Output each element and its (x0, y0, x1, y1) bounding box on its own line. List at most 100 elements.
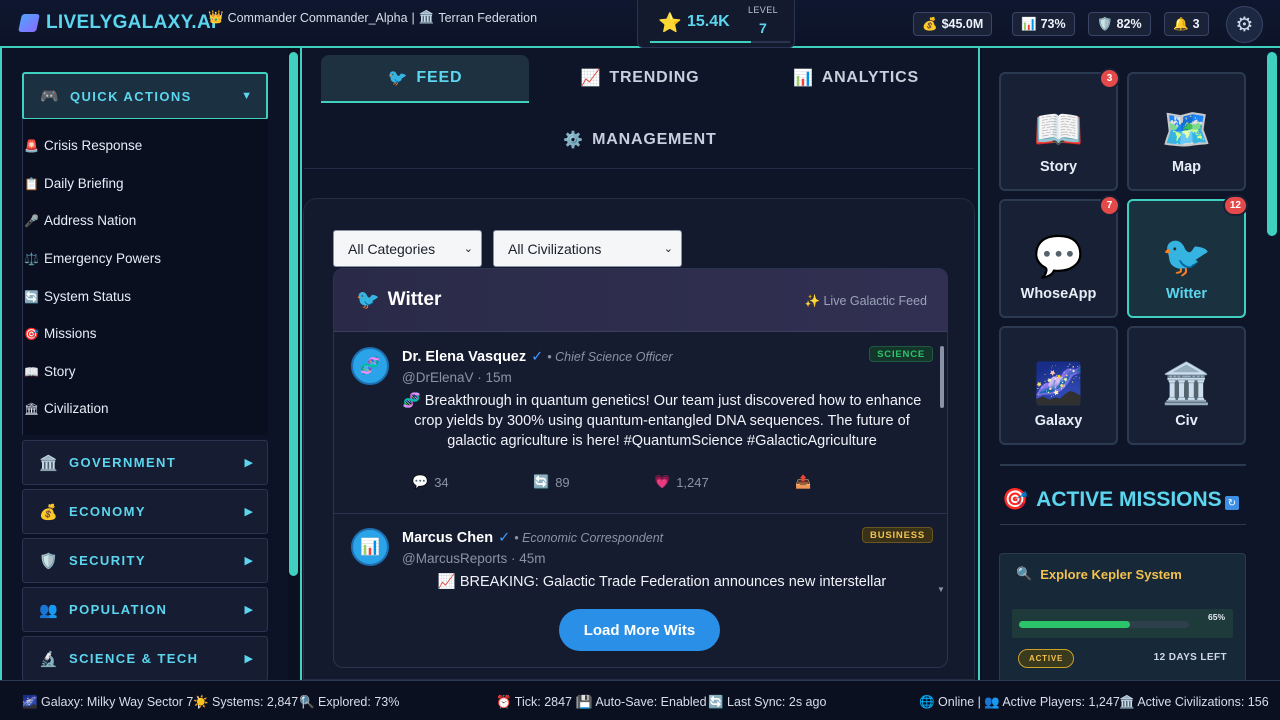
xp-progress-bar (650, 41, 790, 43)
section-quick-actions[interactable]: 🎮 QUICK ACTIONS ▼ (22, 72, 268, 120)
quick-action-civilization[interactable]: 🏛 Civilization (24, 401, 109, 416)
brand[interactable]: LIVELYGALAXY.AI (18, 12, 217, 34)
quick-action-system-status[interactable]: 🔄 System Status (24, 289, 131, 304)
tab-analytics[interactable]: 📊 ANALYTICS (756, 54, 956, 102)
verified-icon: ✓ (531, 349, 544, 365)
stat-notifications[interactable]: 🔔 3 (1164, 12, 1209, 36)
app-civ[interactable]: 🏛️ Civ (1127, 326, 1246, 445)
bird-icon: 🐦 (1161, 235, 1212, 279)
post-time: · 45m (511, 551, 546, 566)
brand-logo-icon (18, 14, 40, 32)
witter-feed[interactable]: 🐦 Witter ✨ Live Galactic Feed 🧬 Dr. Elen… (333, 268, 948, 668)
load-more-button[interactable]: Load More Wits (559, 609, 720, 651)
rewit-button[interactable]: 🔄 89 (533, 474, 570, 490)
quick-action-label: Daily Briefing (44, 176, 124, 191)
scroll-down-icon[interactable]: ▼ (937, 585, 945, 594)
map-icon: 🗺️ (1161, 108, 1212, 152)
siren-icon: 🚨 (24, 138, 39, 153)
quick-action-daily-briefing[interactable]: 📋 Daily Briefing (24, 176, 124, 191)
app-story[interactable]: 📖 Story 3 (999, 68, 1120, 191)
chevron-right-icon: ▶ (244, 555, 253, 567)
app-whoseapp[interactable]: 💬 WhoseApp 7 (999, 195, 1120, 318)
shield-icon: 🛡️ (39, 552, 58, 570)
bird-icon: 🐦 (356, 290, 380, 311)
right-panel-scrollbar[interactable] (1267, 52, 1277, 236)
reply-count: 34 (434, 474, 449, 490)
stat-approval[interactable]: 📊 73% (1012, 12, 1075, 36)
chart-icon: 📊 (1021, 16, 1037, 31)
quick-action-story[interactable]: 📖 Story (24, 364, 76, 379)
book-icon: 📖 (24, 364, 39, 379)
faction-name: Terran Federation (438, 10, 538, 25)
section-security[interactable]: 🛡️ SECURITY ▶ (22, 538, 268, 583)
like-button[interactable]: 💗 1,247 (654, 474, 709, 490)
section-economy[interactable]: 💰 ECONOMY ▶ (22, 489, 268, 534)
section-government[interactable]: 🏛️ GOVERNMENT ▶ (22, 440, 268, 485)
speech-bubble-icon: 💬 (1033, 235, 1084, 279)
share-button[interactable]: 📤 (795, 474, 811, 490)
section-label: GOVERNMENT (69, 455, 177, 470)
chart-icon: 📊 (792, 70, 814, 87)
avatar[interactable]: 📊 (351, 528, 389, 566)
speech-bubble-icon: 💬 (412, 474, 429, 489)
app-map[interactable]: 🗺️ Map (1127, 72, 1246, 191)
select-value: All Categories (348, 240, 436, 257)
chevron-down-icon: ⌄ (463, 243, 473, 255)
gear-icon: ⚙️ (563, 132, 585, 149)
handle-text: @DrElenaV (402, 370, 474, 385)
like-count: 1,247 (676, 474, 709, 490)
quick-action-address-nation[interactable]: 🎤 Address Nation (24, 213, 136, 228)
autosave-status: 💾 Auto-Save: Enabled | (577, 695, 714, 709)
top-bar: LIVELYGALAXY.AI 👑 Commander Commander_Al… (0, 0, 1280, 48)
post-text: 🧬 Breakthrough in quantum genetics! Our … (402, 393, 922, 449)
brand-name: LIVELYGALAXY.AI (46, 12, 217, 33)
notification-badge: 7 (1099, 195, 1120, 216)
section-science-tech[interactable]: 🔬 SCIENCE & TECH ▶ (22, 636, 268, 681)
notification-badge: 12 (1222, 195, 1248, 216)
level-panel: ⭐ 15.4K LEVEL 7 (637, 0, 795, 48)
stat-security[interactable]: 🛡️ 82% (1088, 12, 1151, 36)
chart-icon: 📊 (360, 539, 380, 556)
refresh-missions-button[interactable]: ↻ (1225, 496, 1239, 510)
quick-actions-list (22, 119, 268, 435)
xp-value: 15.4K (687, 13, 730, 30)
civilization-filter-select[interactable]: All Civilizations ⌄ (493, 230, 682, 267)
tab-feed[interactable]: 🐦 FEED (321, 55, 529, 103)
galaxy-status: 🌌 Galaxy: Milky Way Sector 7 | (22, 695, 201, 709)
category-filter-select[interactable]: All Categories ⌄ (333, 230, 482, 267)
tab-trending[interactable]: 📈 TRENDING (540, 54, 740, 102)
sidebar-scrollbar[interactable] (289, 52, 298, 576)
chevron-right-icon: ▶ (244, 457, 253, 469)
quick-action-emergency-powers[interactable]: ⚖️ Emergency Powers (24, 251, 161, 266)
app-galaxy[interactable]: 🌌 Galaxy (999, 326, 1118, 445)
xp-progress-fill (650, 41, 751, 43)
commander-info: 👑 Commander Commander_Alpha | 🏛️ Terran … (208, 10, 537, 25)
section-population[interactable]: 👥 POPULATION ▶ (22, 587, 268, 632)
avatar[interactable]: 🧬 (351, 347, 389, 385)
quick-action-label: Crisis Response (44, 138, 143, 153)
mission-name: Explore Kepler System (1040, 566, 1182, 582)
quick-action-crisis-response[interactable]: 🚨 Crisis Response (24, 138, 142, 153)
online-status: 🌐 Online | (919, 695, 981, 709)
stat-value: 73% (1040, 17, 1066, 31)
settings-button[interactable]: ⚙ (1226, 6, 1263, 43)
section-label: SCIENCE & TECH (69, 651, 199, 666)
post-author[interactable]: Dr. Elena Vasquez ✓ • Chief Science Office… (402, 349, 673, 365)
author-name: Marcus Chen (402, 530, 494, 546)
stat-value: $45.0M (941, 17, 984, 31)
shield-icon: 🛡️ (1097, 16, 1113, 31)
tab-management[interactable]: ⚙️ MANAGEMENT (520, 116, 760, 164)
post-author[interactable]: Marcus Chen ✓ • Economic Correspondent (402, 530, 663, 546)
quick-action-missions[interactable]: 🎯 Missions (24, 326, 97, 341)
reply-button[interactable]: 💬 34 (412, 474, 449, 490)
quick-action-label: Civilization (44, 401, 109, 416)
quick-action-label: Missions (44, 326, 97, 341)
money-bag-icon: 💰 (922, 16, 938, 31)
post-handle: @MarcusReports · 45m (402, 551, 546, 566)
systems-status: ☀️ Systems: 2,847 | (193, 695, 305, 709)
stat-credits[interactable]: 💰 $45.0M (913, 12, 993, 36)
money-bag-icon: 💰 (39, 503, 58, 521)
app-witter[interactable]: 🐦 Witter 12 (1127, 195, 1248, 318)
level-label: LEVEL (748, 5, 779, 15)
feed-scrollbar[interactable] (940, 346, 944, 408)
